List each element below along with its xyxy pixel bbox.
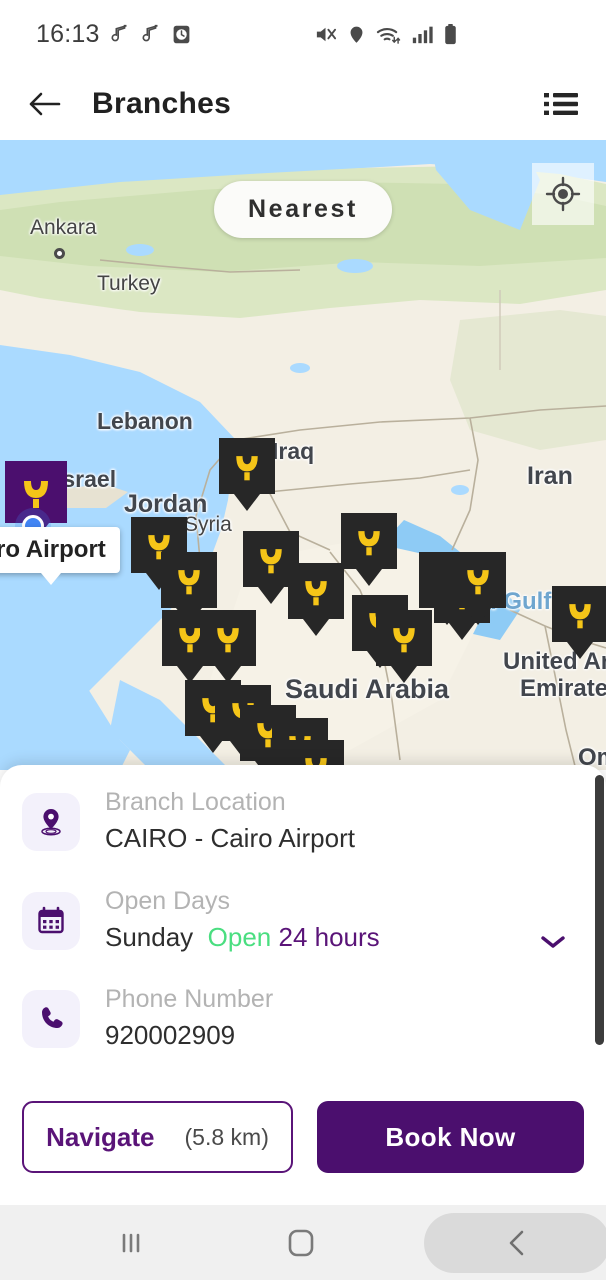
calendar-tile [22,891,80,950]
page-title: Branches [92,87,232,120]
open-days-row[interactable]: Open Days Sunday Open 24 hours [0,886,606,957]
branch-marker[interactable] [219,438,275,494]
brand-logo-icon [358,531,380,556]
phone-number-label: Phone Number [105,985,274,1014]
open-status: Open [207,921,272,952]
branch-marker-selected[interactable] [5,461,67,523]
battery-icon [445,23,456,44]
brand-logo-icon [260,549,282,574]
nav-back-button[interactable] [424,1212,606,1273]
list-view-icon [544,93,578,115]
wifi-icon [376,27,401,44]
brand-logo-icon [467,570,489,595]
phone-number-text: Phone Number 920002909 [105,984,273,1055]
brand-logo-icon [305,581,327,606]
status-bar-left: 16:13 [36,20,192,49]
status-time: 16:13 [36,19,100,48]
phone-icon [42,1007,63,1029]
home-icon [288,1229,314,1256]
expand-hours-button[interactable] [540,934,566,955]
status-bar-right [314,23,458,46]
navigate-distance: (5.8 km) [184,1123,269,1150]
open-days-value: Sunday Open 24 hours [105,919,380,957]
branch-marker[interactable] [288,563,344,619]
recents-icon [122,1233,140,1252]
navigate-button[interactable]: Navigate (5.8 km) [22,1101,293,1173]
brand-logo-icon [217,628,239,653]
branch-marker[interactable] [161,552,217,608]
music-note-icon [111,24,127,42]
branch-marker[interactable] [200,610,256,666]
system-nav-bar [0,1205,606,1280]
phone-number-row[interactable]: Phone Number 920002909 [0,984,606,1055]
book-now-button[interactable]: Book Now [317,1101,584,1173]
open-days-label: Open Days [105,886,231,915]
signal-icon [412,26,433,44]
brand-logo-icon [236,456,258,481]
nav-back-icon [509,1230,524,1255]
phone-number-value: 920002909 [105,1020,236,1051]
selected-branch-tooltip: ro Airport [0,527,120,573]
brand-logo-icon [393,628,415,653]
action-buttons: Navigate (5.8 km) Book Now [0,1101,606,1173]
recents-button[interactable] [83,1214,179,1272]
back-button[interactable] [22,81,68,127]
brand-logo-icon [24,481,48,508]
open-days-text: Open Days Sunday Open 24 hours [105,886,380,957]
location-pin-tile [22,793,80,851]
book-now-label: Book Now [385,1121,516,1152]
music-note-icon [142,24,158,42]
my-location-icon [545,176,581,212]
mute-icon [316,27,337,41]
brand-logo-icon [178,570,200,595]
open-day: Sunday [105,921,194,952]
status-bar: 16:13 [0,0,606,68]
brand-logo-icon [569,604,591,629]
back-arrow-icon [29,92,61,116]
navigate-label: Navigate [46,1121,155,1152]
my-location-button[interactable] [532,163,594,225]
nearest-filter-chip[interactable]: Nearest [214,181,392,238]
app-bar: Branches [0,68,606,140]
home-button[interactable] [253,1214,349,1272]
branch-location-label: Branch Location [105,788,286,816]
phone-tile [22,990,80,1049]
location-icon [350,26,363,43]
list-view-button[interactable] [538,81,584,127]
branch-location-text: Branch Location CAIRO - Cairo Airport [105,787,355,858]
location-pin-icon [41,809,61,836]
branch-detail-sheet: Branch Location CAIRO - Cairo Airport Op… [0,765,606,1205]
branch-marker[interactable] [341,513,397,569]
branch-location-row: Branch Location CAIRO - Cairo Airport [0,787,606,858]
map-view[interactable]: Ankara Turkey Syria Lebanon Israel Jordan Iraq… [0,140,606,770]
branch-location-value: CAIRO - Cairo Airport [105,823,355,853]
chevron-down-icon [541,935,565,948]
branch-info-rows: Branch Location CAIRO - Cairo Airport Op… [0,765,606,1055]
branch-marker[interactable] [552,586,606,642]
branch-marker[interactable] [376,610,432,666]
open-hours: 24 hours [278,921,380,952]
calendar-icon [38,906,64,933]
alarm-clock-icon [173,25,189,43]
branch-marker[interactable] [450,552,506,608]
city-dot-ankara [54,248,65,259]
